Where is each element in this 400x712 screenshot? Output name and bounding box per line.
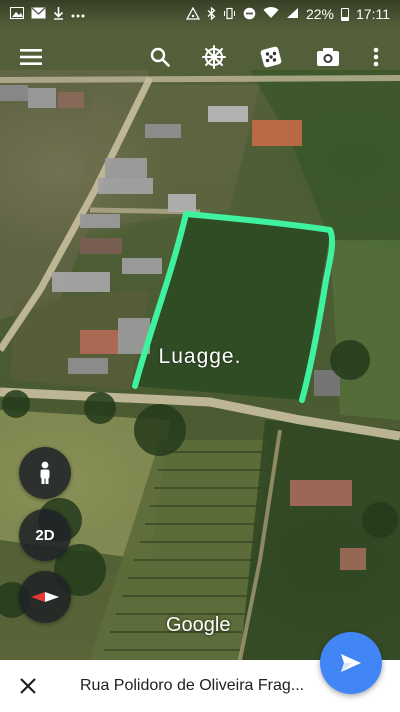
street-view-button[interactable] (19, 447, 71, 499)
battery-percent: 22% (305, 6, 334, 22)
close-icon (20, 678, 36, 694)
download-icon (53, 6, 64, 22)
feeling-lucky-button[interactable] (249, 32, 293, 82)
map-watermark: Luagge. (158, 345, 242, 368)
pegman-icon (40, 461, 50, 484)
view-mode-button[interactable]: 2D (19, 509, 71, 561)
share-snapshot-button[interactable] (306, 32, 350, 82)
place-address[interactable]: Rua Polidoro de Oliveira Frag... (80, 677, 304, 695)
close-button[interactable] (0, 660, 56, 712)
dice-icon (260, 46, 282, 68)
voyager-button[interactable] (192, 32, 236, 82)
overflow-menu-button[interactable] (354, 32, 398, 82)
bluetooth-icon (207, 6, 216, 22)
wifi-icon (263, 7, 279, 21)
menu-icon (20, 49, 42, 65)
status-left-icons (10, 6, 85, 22)
signal-icon (286, 7, 299, 21)
dnd-icon (243, 7, 256, 22)
mail-icon (31, 7, 46, 21)
battery-icon (341, 7, 349, 21)
map-imagery (0, 70, 400, 660)
more-dots-icon (71, 8, 85, 20)
photo-icon (10, 7, 24, 21)
satellite-map[interactable]: Luagge. Google (0, 0, 400, 660)
status-bar: 22% 17:11 (0, 0, 400, 28)
view-mode-label: 2D (35, 526, 55, 544)
camera-icon (317, 48, 339, 66)
map-toolbar (0, 32, 400, 82)
compass-icon (31, 592, 59, 602)
search-button[interactable] (138, 32, 182, 82)
google-logo: Google (166, 614, 231, 636)
steering-wheel-icon (202, 45, 226, 69)
send-icon (341, 654, 361, 672)
status-right-icons: 22% 17:11 (185, 6, 390, 22)
menu-button[interactable] (9, 32, 53, 82)
clock-time: 17:11 (356, 6, 390, 22)
alarm-icon (185, 6, 201, 22)
overflow-menu-icon (373, 47, 379, 67)
vibrate-icon (223, 7, 236, 22)
search-icon (150, 47, 170, 67)
compass-button[interactable] (19, 571, 71, 623)
send-button[interactable] (320, 632, 382, 694)
